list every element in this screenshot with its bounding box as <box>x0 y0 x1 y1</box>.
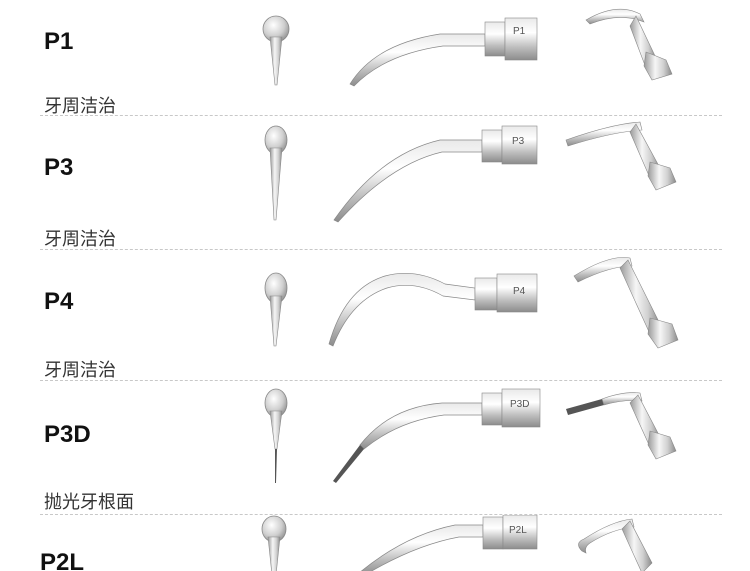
tip-front-view <box>264 388 288 483</box>
tip-angle-view <box>585 8 673 81</box>
tip-code: P1 <box>44 28 74 55</box>
tip-side-view: P1 <box>349 17 538 87</box>
tip-angle-view <box>566 392 677 460</box>
tip-engraving: P3D <box>510 399 529 410</box>
tip-row-p2l: P2L P2L <box>0 515 750 571</box>
tip-code: P4 <box>44 288 74 315</box>
tip-side-view: P3D <box>333 388 541 483</box>
tip-code: P3D <box>44 421 91 448</box>
tip-engraving: P3 <box>512 136 525 147</box>
tip-description: 抛光牙根面 <box>44 492 134 513</box>
tip-row-p3: P3 牙周洁治 P3 <box>0 116 750 250</box>
tip-engraving: P2L <box>509 525 527 536</box>
tip-description: 牙周洁治 <box>44 229 116 250</box>
tip-row-p1: P1 牙周洁治 P1 <box>0 0 750 117</box>
tip-description: 牙周洁治 <box>44 360 116 381</box>
tip-row-p4: P4 牙周洁治 P4 <box>0 250 750 381</box>
tip-engraving: P1 <box>513 26 526 37</box>
tip-row-p3d: P3D 抛光牙根面 P3D <box>0 381 750 514</box>
tip-front-view <box>264 125 288 221</box>
tip-angle-view <box>573 257 679 349</box>
tip-angle-view <box>565 121 677 191</box>
tip-code: P3 <box>44 154 74 181</box>
tip-side-view: P3 <box>333 125 538 223</box>
tip-angle-view <box>578 518 653 571</box>
tip-engraving: P4 <box>513 286 526 297</box>
tip-front-view <box>264 272 288 347</box>
tip-front-view <box>261 515 287 571</box>
tip-side-view: P4 <box>328 273 538 347</box>
tip-front-view <box>262 15 290 86</box>
tip-code: P2L <box>40 549 85 571</box>
tip-side-view: P2L <box>360 515 538 571</box>
